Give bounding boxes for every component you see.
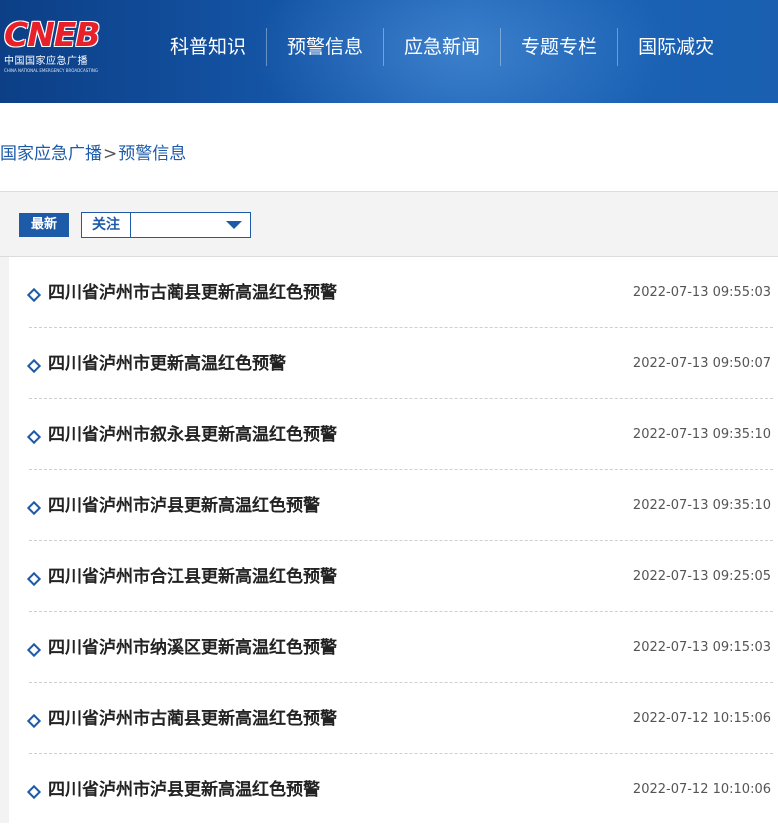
- alert-row[interactable]: 四川省泸州市叙永县更新高温红色预警 2022-07-13 09:35:10: [26, 399, 773, 470]
- alert-row[interactable]: 四川省泸州市古蔺县更新高温红色预警 2022-07-12 10:15:06: [26, 683, 773, 754]
- alert-row[interactable]: 四川省泸州市泸县更新高温红色预警 2022-07-12 10:10:06: [26, 754, 773, 824]
- diamond-bullet-icon: [26, 500, 42, 516]
- nav-item-science[interactable]: 科普知识: [150, 28, 268, 66]
- alert-row[interactable]: 四川省泸州市纳溪区更新高温红色预警 2022-07-13 09:15:03: [26, 612, 773, 683]
- alert-row[interactable]: 四川省泸州市合江县更新高温红色预警 2022-07-13 09:25:05: [26, 541, 773, 612]
- logo-chinese-name: 中国国家应急广播: [4, 56, 88, 67]
- alert-title[interactable]: 四川省泸州市更新高温红色预警: [48, 352, 286, 376]
- alert-time: 2022-07-13 09:15:03: [632, 640, 771, 655]
- alert-row[interactable]: 四川省泸州市泸县更新高温红色预警 2022-07-13 09:35:10: [26, 470, 773, 541]
- alert-time: 2022-07-13 09:35:10: [632, 498, 771, 513]
- alert-title[interactable]: 四川省泸州市古蔺县更新高温红色预警: [48, 707, 337, 731]
- alert-title[interactable]: 四川省泸州市泸县更新高温红色预警: [48, 494, 320, 518]
- breadcrumb-home-link[interactable]: 国家应急广播: [0, 144, 102, 164]
- alert-title[interactable]: 四川省泸州市叙永县更新高温红色预警: [48, 423, 337, 447]
- nav-item-warnings[interactable]: 预警信息: [267, 28, 385, 66]
- alert-time: 2022-07-12 10:15:06: [632, 711, 771, 726]
- alert-row[interactable]: 四川省泸州市古蔺县更新高温红色预警 2022-07-13 09:55:03: [26, 257, 773, 328]
- alert-title[interactable]: 四川省泸州市古蔺县更新高温红色预警: [48, 281, 337, 305]
- follow-dropdown[interactable]: [131, 213, 250, 237]
- filter-bar: 最新 关注: [0, 191, 778, 257]
- alert-list: 四川省泸州市古蔺县更新高温红色预警 2022-07-13 09:55:03 四川…: [9, 257, 778, 823]
- diamond-bullet-icon: [26, 571, 42, 587]
- diamond-bullet-icon: [26, 642, 42, 658]
- alert-title[interactable]: 四川省泸州市纳溪区更新高温红色预警: [48, 636, 337, 660]
- alert-time: 2022-07-13 09:50:07: [632, 356, 771, 371]
- nav-item-news[interactable]: 应急新闻: [384, 28, 502, 66]
- alert-time: 2022-07-13 09:25:05: [632, 569, 771, 584]
- diamond-bullet-icon: [26, 429, 42, 445]
- follow-filter: 关注: [81, 212, 251, 238]
- alert-time: 2022-07-13 09:55:03: [632, 285, 771, 300]
- alert-title[interactable]: 四川省泸州市泸县更新高温红色预警: [48, 778, 320, 802]
- breadcrumb-separator: >: [103, 144, 118, 164]
- nav-item-international[interactable]: 国际减灾: [618, 28, 734, 66]
- alert-time: 2022-07-12 10:10:06: [632, 782, 771, 797]
- diamond-bullet-icon: [26, 287, 42, 303]
- nav-item-topics[interactable]: 专题专栏: [501, 28, 619, 66]
- diamond-bullet-icon: [26, 358, 42, 374]
- logo-mark: CNEB: [4, 15, 101, 54]
- breadcrumb-current-link[interactable]: 预警信息: [118, 144, 186, 164]
- chevron-down-icon: [226, 221, 242, 229]
- site-logo[interactable]: CNEB 中国国家应急广播 CHINA NATIONAL EMERGENCY B…: [0, 16, 118, 78]
- site-header: CNEB 中国国家应急广播 CHINA NATIONAL EMERGENCY B…: [0, 0, 778, 103]
- alert-row[interactable]: 四川省泸州市更新高温红色预警 2022-07-13 09:50:07: [26, 328, 773, 399]
- main-nav: 科普知识 预警信息 应急新闻 专题专栏 国际减灾: [150, 28, 734, 66]
- latest-button[interactable]: 最新: [19, 213, 69, 237]
- alert-time: 2022-07-13 09:35:10: [632, 427, 771, 442]
- alert-title[interactable]: 四川省泸州市合江县更新高温红色预警: [48, 565, 337, 589]
- diamond-bullet-icon: [26, 713, 42, 729]
- list-left-strip: [0, 257, 9, 823]
- logo-english-name: CHINA NATIONAL EMERGENCY BROADCASTING: [4, 68, 98, 73]
- breadcrumb: 国家应急广播>预警信息: [0, 142, 186, 166]
- diamond-bullet-icon: [26, 784, 42, 800]
- follow-label: 关注: [82, 213, 131, 237]
